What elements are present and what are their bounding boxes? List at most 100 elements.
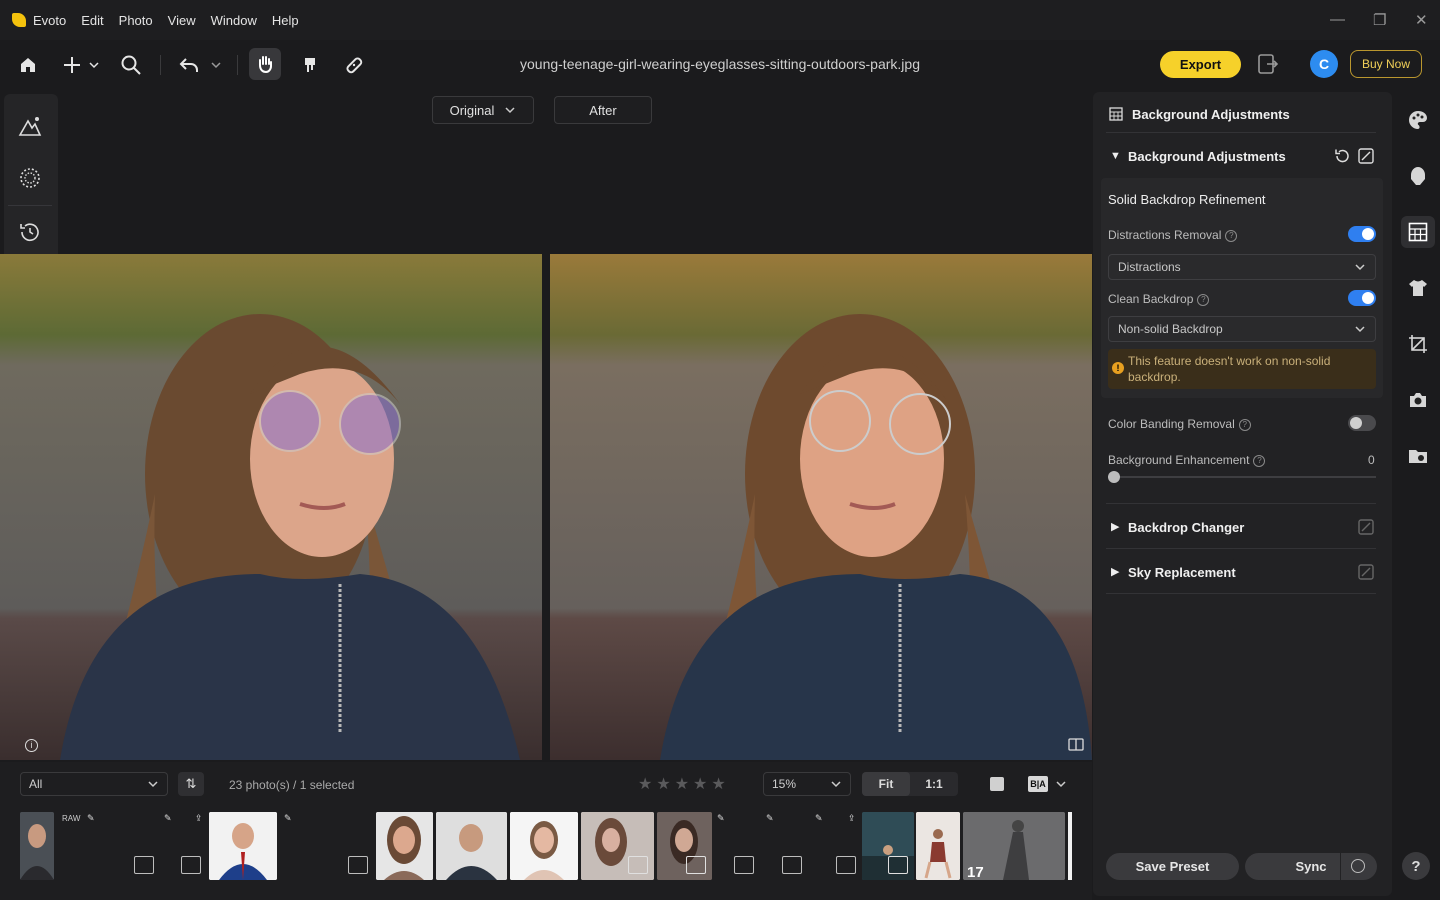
thumbnail[interactable] <box>209 812 277 880</box>
adjust-mountain-icon[interactable] <box>18 114 42 138</box>
sky-replacement-title[interactable]: Sky Replacement <box>1128 565 1236 580</box>
distractions-select[interactable]: Distractions <box>1108 254 1376 280</box>
zoom-select[interactable]: 15% <box>763 772 851 796</box>
crop-icon[interactable] <box>1406 332 1430 356</box>
view-after-button[interactable]: After <box>554 96 652 124</box>
background-enhancement-track[interactable] <box>1108 476 1376 478</box>
toggle-knob <box>1350 417 1362 429</box>
undo-history-chevron-icon[interactable] <box>206 52 226 78</box>
info-icon[interactable]: i <box>25 739 38 752</box>
avatar[interactable]: C <box>1310 50 1338 78</box>
thumbnail[interactable] <box>436 812 507 880</box>
photo-before[interactable] <box>0 254 542 760</box>
chevron-down-icon <box>831 781 841 788</box>
color-banding-toggle[interactable] <box>1348 415 1376 431</box>
menu-view[interactable]: View <box>168 13 196 28</box>
export-button[interactable]: Export <box>1160 51 1241 78</box>
close-icon[interactable]: ✕ <box>1415 11 1428 29</box>
zoom-fit-button[interactable]: Fit <box>862 772 910 796</box>
palette-icon[interactable] <box>1406 108 1430 132</box>
single-view-icon[interactable] <box>990 777 1004 791</box>
distractions-removal-toggle[interactable] <box>1348 226 1376 242</box>
background-enhancement-slider-handle[interactable] <box>1108 471 1120 483</box>
caret-down-icon[interactable]: ▼ <box>1110 150 1121 162</box>
view-original-select[interactable]: Original <box>432 96 534 124</box>
folder-view-icon[interactable] <box>1406 444 1430 468</box>
buy-now-button[interactable]: Buy Now <box>1350 50 1422 78</box>
upload-badge-icon: ⇪ <box>195 813 203 823</box>
menu-window[interactable]: Window <box>211 13 257 28</box>
sort-button[interactable]: ⇅ <box>178 772 204 796</box>
help-icon[interactable]: ? <box>1225 229 1238 242</box>
help-icon[interactable]: ? <box>1197 293 1210 306</box>
camera-icon[interactable] <box>1406 388 1430 412</box>
help-button[interactable]: ? <box>1402 852 1430 880</box>
caret-right-icon[interactable]: ▶ <box>1111 520 1119 533</box>
split-view-icon[interactable] <box>1068 738 1084 751</box>
menu-photo[interactable]: Photo <box>119 13 153 28</box>
stack-count: 17 <box>967 864 984 881</box>
healing-icon[interactable] <box>341 52 367 78</box>
eraser-icon[interactable] <box>1357 147 1375 165</box>
image-placeholder-icon[interactable] <box>134 856 154 874</box>
eraser-icon[interactable] <box>1357 518 1375 536</box>
toolbar-divider <box>237 55 238 75</box>
raw-badge: RAW <box>62 814 81 823</box>
zoom-mode-group: Fit 1:1 <box>862 772 958 796</box>
menu-help[interactable]: Help <box>272 13 299 28</box>
image-placeholder-icon[interactable] <box>181 856 201 874</box>
rating-stars[interactable]: ★★★★★ <box>638 774 730 794</box>
view-chevron-icon[interactable] <box>1055 778 1069 790</box>
export-panel-icon[interactable] <box>1257 53 1281 75</box>
background-tool-icon[interactable] <box>1406 220 1430 244</box>
sync-settings-icon[interactable] <box>1351 859 1365 873</box>
reset-icon[interactable] <box>1333 147 1351 165</box>
backdrop-changer-title[interactable]: Backdrop Changer <box>1128 520 1244 535</box>
clean-backdrop-toggle[interactable] <box>1348 290 1376 306</box>
help-icon[interactable]: ? <box>1238 418 1251 431</box>
save-preset-button[interactable]: Save Preset <box>1106 853 1239 880</box>
eraser-icon[interactable] <box>1357 563 1375 581</box>
thumbnail[interactable] <box>20 812 54 880</box>
search-icon[interactable] <box>118 52 144 78</box>
backdrop-type-select[interactable]: Non-solid Backdrop <box>1108 316 1376 342</box>
warning-text: This feature doesn't work on non-solid b… <box>1128 354 1331 384</box>
section-title[interactable]: Background Adjustments <box>1128 149 1286 164</box>
restore-icon[interactable]: ❐ <box>1373 11 1386 29</box>
undo-icon[interactable] <box>176 52 202 78</box>
home-icon[interactable] <box>15 52 41 78</box>
toolbar-divider <box>160 55 161 75</box>
filmstrip-scrollbar[interactable] <box>1068 812 1072 880</box>
menu-edit[interactable]: Edit <box>81 13 103 28</box>
chevron-down-icon <box>148 781 158 788</box>
image-placeholder-icon <box>628 856 648 874</box>
clothing-icon[interactable] <box>1406 276 1430 300</box>
caret-right-icon[interactable]: ▶ <box>1111 565 1119 578</box>
image-placeholder-icon[interactable] <box>348 856 368 874</box>
face-icon[interactable] <box>1406 164 1430 188</box>
image-placeholder-icon[interactable] <box>734 856 754 874</box>
view-after-label: After <box>589 102 617 118</box>
help-icon[interactable]: ? <box>1253 454 1266 467</box>
filter-select[interactable]: All <box>20 772 168 796</box>
thumbnail[interactable] <box>916 812 960 880</box>
brush-icon[interactable] <box>297 52 323 78</box>
add-icon[interactable] <box>59 52 85 78</box>
before-after-view-icon[interactable]: B|A <box>1028 776 1048 792</box>
history-icon[interactable] <box>18 220 42 244</box>
edit-badge-icon: ✎ <box>766 813 774 823</box>
zoom-1to1-button[interactable]: 1:1 <box>910 772 958 796</box>
thumbnail[interactable] <box>376 812 433 880</box>
minimize-icon[interactable]: — <box>1330 11 1345 28</box>
background-enhancement-label: Background Enhancement? <box>1108 453 1266 467</box>
texture-dots-icon[interactable] <box>18 166 42 190</box>
image-placeholder-icon[interactable] <box>782 856 802 874</box>
image-placeholder-icon[interactable] <box>836 856 856 874</box>
thumbnail[interactable] <box>510 812 578 880</box>
upload-badge-icon: ⇪ <box>848 813 856 823</box>
hand-icon[interactable] <box>249 48 281 80</box>
filter-value: All <box>29 777 43 791</box>
photo-after[interactable] <box>550 254 1092 760</box>
background-enhancement-value: 0 <box>1368 453 1375 467</box>
chevron-down-icon[interactable] <box>84 52 104 78</box>
